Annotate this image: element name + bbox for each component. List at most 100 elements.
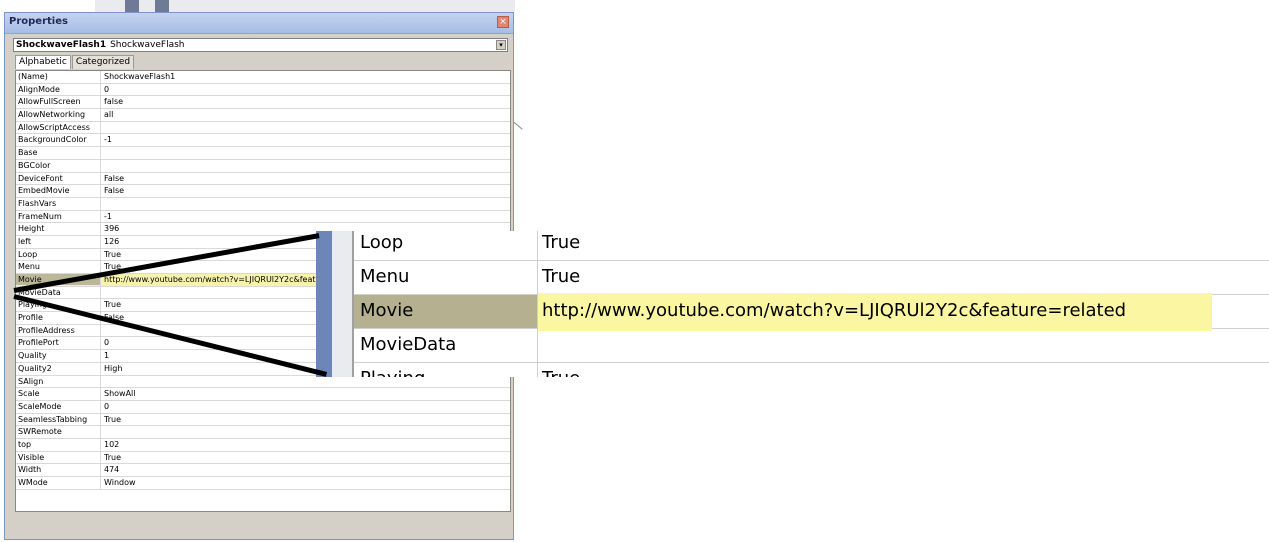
property-row[interactable]: Scale ShowAll [16, 388, 510, 401]
property-value[interactable]: 396 [104, 223, 119, 234]
property-row[interactable]: AllowScriptAccess [16, 121, 510, 135]
property-value[interactable]: Window [104, 477, 136, 488]
zoom-edge [316, 231, 332, 377]
object-name: ShockwaveFlash1 [16, 40, 107, 50]
property-value[interactable]: False [104, 185, 124, 196]
property-name: left [18, 236, 31, 246]
property-name: AlignMode [18, 84, 60, 94]
chevron-down-icon[interactable]: ▾ [496, 40, 506, 50]
property-value[interactable]: -1 [104, 211, 112, 222]
property-row[interactable]: Visible True [16, 451, 510, 465]
property-row[interactable]: WMode Window [16, 477, 510, 490]
zoom-property-row: MovieData [354, 329, 1269, 363]
property-name: WMode [18, 478, 48, 487]
zoom-property-name: Playing [360, 363, 425, 377]
property-row[interactable]: BGColor [16, 159, 510, 173]
property-name: Quality2 [18, 363, 52, 373]
zoom-property-name: Loop [360, 232, 404, 253]
property-name: DeviceFont [18, 173, 63, 183]
property-value[interactable]: all [104, 109, 113, 120]
property-value[interactable]: False [104, 173, 124, 184]
zoom-property-name: Menu [360, 266, 410, 287]
property-row[interactable]: AlignMode 0 [16, 83, 510, 97]
property-name: AllowScriptAccess [18, 122, 90, 132]
property-name: Height [18, 224, 45, 234]
zoom-property-value: True [542, 363, 580, 377]
property-row[interactable]: SeamlessTabbing True [16, 413, 510, 427]
property-value[interactable]: True [104, 452, 121, 463]
tab-strip: Alphabetic Categorized [15, 55, 135, 70]
property-value[interactable]: false [104, 96, 123, 107]
zoom-property-row: Loop True [354, 231, 1269, 261]
property-name: (Name) [18, 72, 48, 81]
zoom-edge [332, 231, 352, 377]
property-row[interactable]: Width 474 [16, 464, 510, 477]
property-name: Quality [18, 351, 47, 361]
property-name: Loop [18, 249, 38, 259]
property-row[interactable]: EmbedMovie False [16, 185, 510, 198]
zoom-property-name: MovieData [360, 334, 457, 355]
property-value[interactable]: 126 [104, 236, 119, 247]
property-value[interactable]: 474 [104, 464, 119, 475]
property-value[interactable]: 0 [104, 84, 109, 95]
zoom-property-name: Movie [360, 300, 414, 321]
title-bar[interactable]: Properties × [5, 13, 513, 34]
property-name: FlashVars [18, 198, 57, 208]
property-name: top [18, 439, 32, 449]
property-name: Base [18, 148, 38, 158]
property-value[interactable]: High [104, 363, 122, 374]
property-value[interactable]: True [104, 414, 121, 425]
property-name: SAlign [18, 376, 44, 386]
property-name: ProfileAddress [18, 325, 75, 335]
property-name: ScaleMode [18, 401, 62, 411]
zoom-property-value: http://www.youtube.com/watch?v=LJIQRUl2Y… [542, 300, 1127, 321]
property-row[interactable]: ScaleMode 0 [16, 400, 510, 414]
property-name: SWRemote [18, 427, 62, 437]
property-name: SeamlessTabbing [18, 414, 88, 424]
property-value[interactable]: True [104, 299, 121, 310]
object-selector[interactable]: ShockwaveFlash1 ShockwaveFlash ▾ [13, 38, 508, 52]
property-value[interactable]: 0 [104, 401, 109, 412]
property-row[interactable]: SWRemote [16, 426, 510, 439]
property-name: BGColor [18, 160, 51, 170]
property-value[interactable]: ShowAll [104, 388, 136, 399]
background-block [155, 0, 169, 12]
property-name: AllowNetworking [18, 110, 86, 120]
property-row[interactable]: FlashVars [16, 197, 510, 211]
property-row[interactable]: Base [16, 147, 510, 160]
property-name: Scale [18, 389, 40, 399]
property-row[interactable]: BackgroundColor -1 [16, 134, 510, 148]
background-window-strip [95, 0, 515, 12]
property-row[interactable]: AllowFullScreen false [16, 96, 510, 110]
zoom-property-row: Menu True [354, 261, 1269, 295]
tab-alphabetic[interactable]: Alphabetic [15, 55, 71, 69]
property-value[interactable]: 102 [104, 439, 119, 450]
property-name: FrameNum [18, 211, 62, 221]
zoom-property-row: Playing True [354, 363, 1269, 377]
property-value[interactable]: 1 [104, 350, 109, 361]
zoom-property-value: True [542, 266, 581, 287]
property-name: BackgroundColor [18, 135, 87, 145]
close-icon: × [499, 17, 507, 27]
property-name: Visible [18, 452, 45, 462]
property-row[interactable]: FrameNum -1 [16, 210, 510, 224]
zoom-callout: Loop True Menu True Movie http://www.youtube.… [316, 231, 1269, 377]
property-name: Menu [18, 262, 40, 272]
property-row[interactable]: (Name) ShockwaveFlash1 [16, 71, 510, 84]
property-row[interactable]: AllowNetworking all [16, 109, 510, 122]
close-button[interactable]: × [497, 16, 509, 28]
property-name: ProfilePort [18, 338, 59, 348]
property-row[interactable]: DeviceFont False [16, 172, 510, 186]
tab-categorized[interactable]: Categorized [71, 55, 135, 69]
zoom-property-value: True [542, 232, 581, 253]
property-name: Width [18, 465, 42, 475]
property-name: EmbedMovie [18, 186, 70, 196]
property-row[interactable]: SAlign [16, 375, 510, 389]
property-row[interactable]: top 102 [16, 438, 510, 452]
object-type: ShockwaveFlash [110, 40, 185, 50]
property-value[interactable]: -1 [104, 134, 112, 145]
property-value[interactable]: True [104, 249, 121, 260]
property-value[interactable]: 0 [104, 337, 109, 348]
background-block [125, 0, 139, 12]
property-value[interactable]: ShockwaveFlash1 [104, 71, 175, 82]
